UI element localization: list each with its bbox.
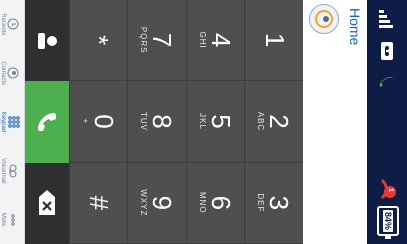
nav-recents[interactable]: Recents (0, 0, 24, 49)
tab-header: Home (265, 0, 367, 244)
contacts-icon (6, 67, 20, 79)
battery-icon: 84% (377, 206, 399, 236)
key-8[interactable]: 8 TUV (127, 81, 186, 163)
clock-icon (6, 18, 20, 30)
backspace-button[interactable] (25, 162, 69, 244)
avatar[interactable] (309, 4, 339, 34)
backspace-icon (39, 190, 55, 216)
status-bar: 1 84% (367, 0, 407, 244)
signal-icon (375, 8, 399, 30)
phone-icon (38, 112, 56, 131)
key-star[interactable]: * (69, 0, 128, 82)
voicemail-icon (6, 164, 20, 178)
dial-actions (25, 0, 69, 244)
key-4[interactable]: 4 GHI (186, 0, 245, 82)
key-6[interactable]: 6 MNO (186, 162, 245, 244)
phone-dialer-app: 1 84% Home 1 2 ABC 3 DEF 4 GHI 5 JKL 6 MNO 7P… (0, 0, 407, 244)
nav-contacts[interactable]: Contacts (0, 49, 24, 98)
voicemail-button[interactable] (25, 0, 69, 82)
key-2[interactable]: 2 ABC (244, 81, 303, 163)
nav-keypad[interactable]: Keypad (0, 98, 24, 147)
key-1[interactable]: 1 (244, 0, 303, 82)
dialpad-icon (6, 116, 20, 128)
voicemail-status-icon (375, 40, 399, 62)
bottom-navigation: Recents Contacts Keypad Voicemail More (0, 0, 25, 244)
call-button[interactable] (25, 81, 69, 163)
nav-voicemail[interactable]: Voicemail (0, 146, 24, 195)
active-call-icon (375, 72, 399, 94)
key-5[interactable]: 5 JKL (186, 81, 245, 163)
key-0[interactable]: 0 + (69, 81, 128, 163)
more-icon (6, 213, 20, 226)
battery-percent: 84% (383, 209, 393, 232)
screen: 1 84% Home 1 2 ABC 3 DEF 4 GHI 5 JKL 6 MNO 7P… (0, 0, 407, 244)
missed-call-notification-icon[interactable]: 1 (375, 176, 399, 202)
dial-keypad: 1 2 ABC 3 DEF 4 GHI 5 JKL 6 MNO 7 PQRS 8 TUV 9W… (69, 0, 303, 244)
tab-home[interactable]: Home (347, 8, 363, 45)
key-hash[interactable]: # (69, 162, 128, 244)
key-3[interactable]: 3 DEF (244, 162, 303, 244)
nav-more[interactable]: More (0, 195, 24, 244)
key-7[interactable]: 7 PQRS (127, 0, 186, 82)
key-9[interactable]: 9 WXYZ (127, 162, 186, 244)
notification-count: 1 (387, 188, 394, 192)
voicemail-person-icon (38, 32, 57, 49)
